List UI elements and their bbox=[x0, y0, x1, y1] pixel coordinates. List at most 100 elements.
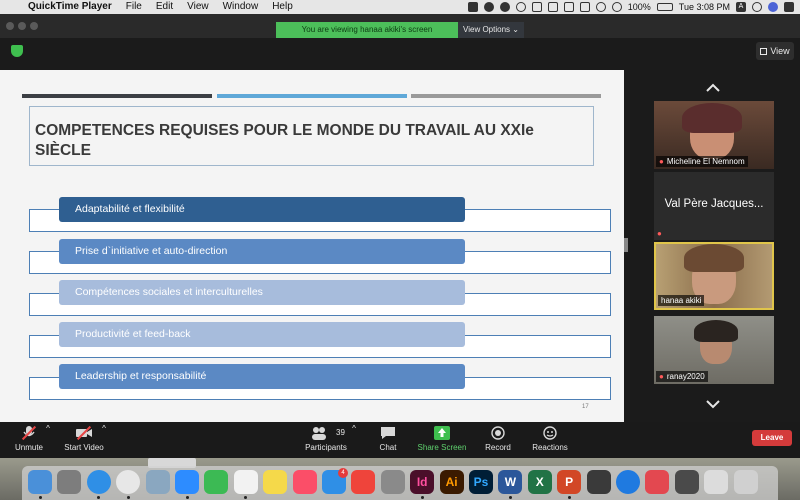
status-circle-icon[interactable] bbox=[483, 2, 494, 12]
minimize-window-icon[interactable] bbox=[18, 22, 26, 30]
slide-item-1: Adaptabilité et flexibilité bbox=[59, 197, 465, 222]
dock-running-indicator bbox=[185, 496, 189, 499]
slide-page-number: 17 bbox=[582, 404, 589, 410]
powerpoint-icon[interactable]: P bbox=[557, 470, 582, 494]
reactions-icon bbox=[542, 426, 558, 440]
preview-icon[interactable] bbox=[145, 470, 170, 494]
battery-icon[interactable] bbox=[656, 3, 673, 11]
chrome-icon[interactable] bbox=[116, 470, 141, 494]
dock-running-indicator bbox=[38, 496, 42, 499]
launchpad-icon[interactable] bbox=[57, 470, 82, 494]
facetime-icon[interactable] bbox=[204, 470, 229, 494]
menu-window[interactable]: Window bbox=[216, 0, 266, 14]
control-center-icon[interactable] bbox=[784, 2, 794, 12]
slide-title: COMPETENCES REQUISES POUR LE MONDE DU TR… bbox=[35, 121, 575, 161]
shared-screen-slide: COMPETENCES REQUISES POUR LE MONDE DU TR… bbox=[0, 70, 624, 422]
record-icon bbox=[490, 426, 506, 440]
excel-icon[interactable]: X bbox=[527, 470, 552, 494]
wifi-icon[interactable] bbox=[611, 2, 622, 12]
video-options-chevron-icon[interactable]: ^ bbox=[64, 424, 144, 433]
view-options-label: View Options bbox=[463, 25, 511, 34]
slide-stripe-blue bbox=[217, 94, 407, 98]
zoom-window-icon[interactable] bbox=[30, 22, 38, 30]
muted-mic-icon: ● bbox=[657, 229, 662, 238]
siri-icon[interactable] bbox=[768, 2, 778, 12]
slide-item-2: Prise d`initiative et auto-direction bbox=[59, 239, 465, 264]
gallery-scroll-down-icon[interactable] bbox=[705, 396, 721, 412]
screen-record-stop-icon[interactable] bbox=[467, 2, 478, 12]
menu-file[interactable]: File bbox=[119, 0, 149, 14]
photos-icon[interactable] bbox=[233, 470, 258, 494]
slide-item-4: Productivité et feed-back bbox=[59, 322, 465, 347]
participant-hair bbox=[682, 103, 742, 133]
dock-running-indicator bbox=[567, 496, 571, 499]
leave-meeting-button[interactable]: Leave bbox=[752, 430, 792, 446]
view-layout-button[interactable]: View bbox=[756, 42, 794, 60]
bug-icon[interactable] bbox=[499, 2, 510, 12]
slide-title-line1: COMPETENCES REQUISES POUR LE MONDE DU TR… bbox=[35, 122, 534, 139]
display-icon[interactable] bbox=[579, 2, 590, 12]
viewing-screen-banner: You are viewing hanaa akiki's screen bbox=[276, 22, 458, 38]
illustrator-icon[interactable]: Ai bbox=[439, 470, 464, 494]
indesign-icon[interactable]: Id bbox=[410, 470, 435, 494]
participant-name-tag: ● ranay2020 bbox=[656, 371, 708, 382]
accessibility-icon[interactable] bbox=[616, 470, 640, 494]
trash-icon[interactable] bbox=[733, 470, 758, 494]
participant-tile[interactable]: Val Père Jacques... ● bbox=[654, 172, 774, 240]
participant-tile[interactable]: ● Micheline El Nemnom bbox=[654, 101, 774, 169]
utility-icon[interactable] bbox=[674, 470, 699, 494]
reactions-label: Reactions bbox=[532, 443, 568, 452]
bluetooth-icon[interactable] bbox=[595, 2, 606, 12]
notability-icon[interactable] bbox=[586, 470, 611, 494]
view-options-dropdown[interactable]: View Options ⌄ bbox=[458, 22, 524, 38]
menu-view[interactable]: View bbox=[180, 0, 216, 14]
clock-icon[interactable] bbox=[531, 2, 542, 12]
participant-tile[interactable]: ● ranay2020 bbox=[654, 316, 774, 384]
menu-help[interactable]: Help bbox=[265, 0, 300, 14]
dock-running-indicator bbox=[126, 496, 130, 499]
slide-title-box: COMPETENCES REQUISES POUR LE MONDE DU TR… bbox=[29, 106, 594, 166]
system-preferences-icon[interactable] bbox=[380, 470, 405, 494]
participant-name: ranay2020 bbox=[666, 372, 705, 381]
safari-icon[interactable] bbox=[86, 470, 111, 494]
notes-icon[interactable] bbox=[263, 470, 288, 494]
record-label: Record bbox=[485, 443, 511, 452]
close-window-icon[interactable] bbox=[6, 22, 14, 30]
participant-name-tag: ● Micheline El Nemnom bbox=[656, 156, 748, 167]
app-store-badge: 4 bbox=[338, 468, 348, 478]
slide-title-line2: SIÈCLE bbox=[35, 142, 91, 159]
word-icon[interactable]: W bbox=[498, 470, 523, 494]
dock-running-indicator bbox=[420, 496, 424, 499]
slide-stripe-dark bbox=[22, 94, 212, 98]
participant-hair bbox=[694, 320, 738, 342]
anydesk-icon[interactable] bbox=[351, 470, 376, 494]
finder-window-icon[interactable] bbox=[704, 470, 729, 494]
meeting-controls-bar: Unmute ^ Start Video ^ Participants 39 ^… bbox=[0, 422, 800, 458]
menubar-clock[interactable]: Tue 3:08 PM bbox=[679, 2, 730, 12]
input-source-indicator[interactable]: A bbox=[736, 2, 746, 12]
spotlight-search-icon[interactable] bbox=[752, 2, 762, 12]
chat-label: Chat bbox=[379, 443, 397, 452]
menu-edit[interactable]: Edit bbox=[149, 0, 180, 14]
split-resize-handle[interactable] bbox=[624, 238, 628, 252]
creative-cloud-icon[interactable] bbox=[645, 470, 670, 494]
zoom-icon[interactable] bbox=[175, 470, 199, 494]
participant-tile-active-speaker[interactable]: hanaa akiki bbox=[654, 242, 774, 310]
creative-cloud-icon[interactable] bbox=[547, 2, 558, 12]
dropbox-icon[interactable] bbox=[515, 2, 526, 12]
muted-mic-icon: ● bbox=[659, 157, 664, 166]
gallery-scroll-up-icon[interactable] bbox=[705, 80, 721, 96]
dock-running-indicator bbox=[508, 496, 512, 499]
reactions-button[interactable]: Reactions bbox=[510, 424, 590, 452]
share-screen-icon bbox=[434, 426, 450, 440]
music-icon[interactable] bbox=[292, 470, 317, 494]
slide-stripe-gray bbox=[411, 94, 601, 98]
security-shield-icon[interactable] bbox=[11, 45, 23, 57]
airplay-icon[interactable] bbox=[563, 2, 574, 12]
photoshop-icon[interactable]: Ps bbox=[469, 470, 493, 494]
finder-icon[interactable] bbox=[28, 470, 52, 494]
participant-name: Val Père Jacques... bbox=[664, 198, 764, 210]
start-video-label: Start Video bbox=[64, 443, 104, 452]
unmute-label: Unmute bbox=[14, 443, 43, 452]
menu-app-name[interactable]: QuickTime Player bbox=[26, 0, 119, 14]
